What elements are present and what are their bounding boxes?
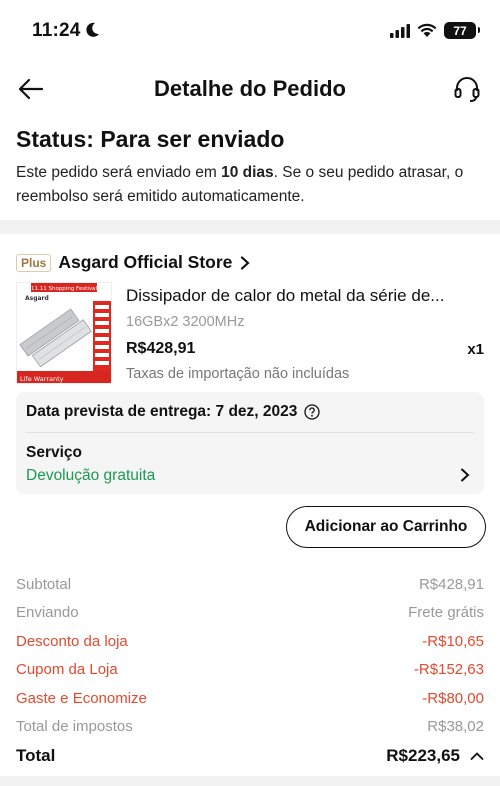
ram-module-illustration: 11.11 Shopping Festival Asgard Life Warr… — [17, 283, 111, 383]
chevron-up-icon[interactable] — [470, 751, 484, 761]
add-to-cart-button[interactable]: Adicionar ao Carrinho — [286, 506, 486, 548]
summary-row-store-coupon: Cupom da Loja -R$152,63 — [16, 656, 484, 685]
battery-level: 77 — [453, 23, 467, 38]
delivery-card: Data prevista de entrega: 7 dez, 2023 Se… — [16, 392, 484, 494]
price-summary: Subtotal R$428,91 Enviando Frete grátis … — [16, 570, 484, 771]
moon-icon — [86, 22, 99, 37]
chevron-right-icon[interactable] — [460, 468, 470, 482]
help-circle-icon[interactable] — [304, 404, 321, 420]
product-variant: 16GBx2 3200MHz — [126, 314, 245, 330]
store-link[interactable]: Plus Asgard Official Store — [16, 252, 251, 273]
cellular-signal-icon — [390, 23, 410, 38]
product-name: Dissipador de calor do metal da série de… — [126, 286, 445, 305]
summary-row-store-discount: Desconto da loja -R$10,65 — [16, 627, 484, 656]
total-value-group: R$223,65 — [386, 746, 484, 766]
summary-label: Total de impostos — [16, 718, 133, 736]
summary-total-row[interactable]: Total R$223,65 — [16, 741, 484, 771]
status-desc-days: 10 dias — [221, 164, 274, 181]
image-brand-text: Asgard — [25, 295, 49, 302]
total-value: R$223,65 — [386, 746, 460, 765]
summary-value: -R$152,63 — [413, 661, 484, 679]
plus-badge: Plus — [16, 253, 52, 272]
product-info[interactable]: Dissipador de calor do metal da série de… — [126, 286, 484, 382]
summary-value: -R$10,65 — [422, 632, 484, 650]
summary-label: Cupom da Loja — [16, 661, 118, 679]
summary-value: R$38,02 — [427, 718, 484, 736]
section-divider — [0, 220, 500, 234]
status-time: 11:24 — [32, 20, 81, 41]
chevron-right-icon — [241, 255, 251, 270]
summary-label: Gaste e Economize — [16, 689, 147, 707]
product-quantity: x1 — [467, 340, 484, 358]
total-label: Total — [16, 746, 56, 765]
order-status-title: Status: Para ser enviado — [16, 126, 285, 152]
order-status-section: Status: Para ser enviado Este pedido ser… — [16, 126, 484, 209]
store-name: Asgard Official Store — [58, 252, 233, 272]
image-warranty-text: Life Warranty — [20, 375, 64, 383]
summary-value: Frete grátis — [408, 604, 484, 622]
headset-icon[interactable] — [452, 74, 482, 104]
page-title: Detalhe do Pedido — [154, 76, 346, 101]
summary-row-shipping: Enviando Frete grátis — [16, 599, 484, 628]
summary-row-subtotal: Subtotal R$428,91 — [16, 570, 484, 599]
product-tax-note: Taxas de importação não incluídas — [126, 366, 350, 382]
card-divider — [26, 432, 474, 433]
wifi-icon — [417, 23, 437, 37]
summary-row-spend-save: Gaste e Economize -R$80,00 — [16, 684, 484, 713]
product-price: R$428,91 — [126, 340, 196, 357]
summary-row-taxes: Total de impostos R$38,02 — [16, 713, 484, 742]
summary-value: -R$80,00 — [422, 689, 484, 707]
summary-label: Subtotal — [16, 575, 72, 593]
product-image[interactable]: 11.11 Shopping Festival Asgard Life Warr… — [16, 282, 112, 384]
status-bar: 11:24 77 — [0, 0, 500, 56]
battery-indicator: 77 — [444, 22, 480, 39]
delivery-estimate: Data prevista de entrega: 7 dez, 2023 — [26, 403, 298, 420]
summary-label: Desconto da loja — [16, 632, 128, 650]
order-status-description: Este pedido será enviado em 10 dias. Se … — [16, 161, 484, 209]
service-free-return-link[interactable]: Devolução gratuita — [26, 467, 155, 485]
summary-value: R$428,91 — [418, 575, 484, 593]
status-indicators: 77 — [390, 22, 480, 39]
summary-label: Enviando — [16, 604, 79, 622]
status-desc-prefix: Este pedido será enviado em — [16, 164, 222, 181]
bottom-divider — [0, 776, 500, 786]
page-header: Detalhe do Pedido — [0, 66, 500, 112]
delivery-estimate-row: Data prevista de entrega: 7 dez, 2023 — [26, 403, 321, 421]
price-row: R$428,91 x1 — [126, 340, 484, 358]
service-label: Serviço — [26, 444, 83, 461]
image-banner-text: 11.11 Shopping Festival — [31, 286, 97, 292]
